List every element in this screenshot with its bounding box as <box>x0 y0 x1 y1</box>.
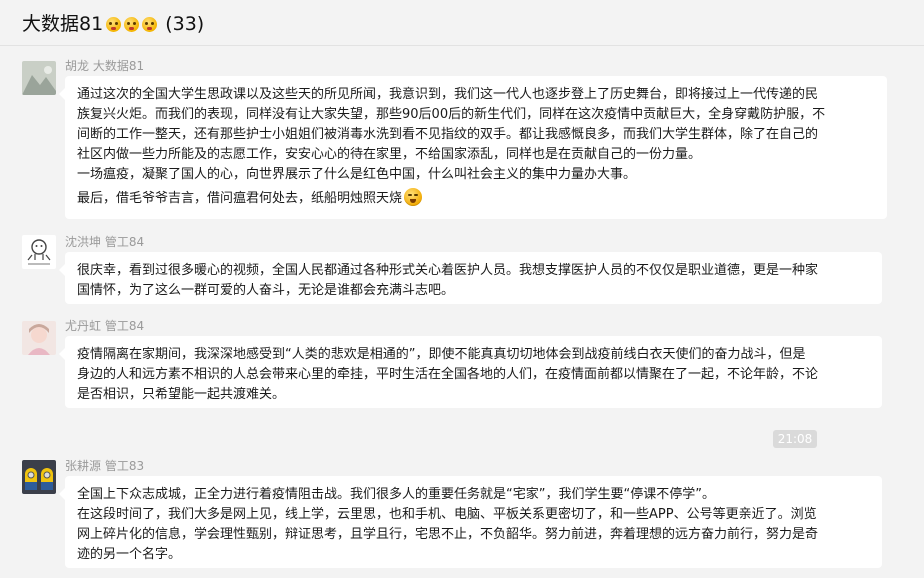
message-bubble[interactable]: 很庆幸，看到过很多暖心的视频，全国人民都通过各种形式关心着医护人员。我想支撑医护… <box>59 252 882 304</box>
message-line: 迹的另一个名字。 <box>77 547 182 562</box>
message-line: 疫情隔离在家期间，我深深地感受到“人类的悲欢是相通的”，即使不能真真切切地体会到… <box>77 347 806 362</box>
message-line: 全国上下众志成城，正全力进行着疫情阻击战。我们很多人的重要任务就是“宅家”，我们… <box>77 487 715 502</box>
message-line: 身边的人和远方素不相识的人总会带来心里的牵挂，平时生活在全国各地的人们，在疫情面… <box>77 367 819 382</box>
message-bubble[interactable]: 全国上下众志成城，正全力进行着疫情阻击战。我们很多人的重要任务就是“宅家”，我们… <box>59 476 882 568</box>
sender-name: 沈洪坤 管工84 <box>65 235 145 249</box>
sender-name: 张耕源 管工83 <box>65 459 145 473</box>
message-bubble[interactable]: 疫情隔离在家期间，我深深地感受到“人类的悲欢是相通的”，即使不能真真切切地体会到… <box>59 336 882 408</box>
message-line: 很庆幸，看到过很多暖心的视频，全国人民都通过各种形式关心着医护人员。我想支撑医护… <box>77 263 819 278</box>
emoji-icon <box>142 16 158 32</box>
avatar[interactable] <box>22 321 56 355</box>
message-line: 族复兴火炬。而我们的表现，同样没有让大家失望，那些90后00后的新生代们，同样在… <box>77 107 826 122</box>
message-line: 间断的工作一整天，还有那些护士小姐姐们被消毒水洗到看不见指纹的双手。都让我感慨良… <box>77 127 819 142</box>
avatar[interactable] <box>22 235 56 269</box>
member-count: (33) <box>165 13 205 35</box>
avatar[interactable] <box>22 61 56 95</box>
avatar[interactable] <box>22 460 56 494</box>
message-line: 社区内做一些力所能及的志愿工作，安安心心的待在家里，不给国家添乱，同样也是在贡献… <box>77 147 702 162</box>
message-line-wrap: 最后，借毛爷爷吉言，借问瘟君何处去，纸船明烛照天烧 <box>77 188 875 209</box>
grin-emoji-icon <box>404 188 423 206</box>
message-line: 通过这次的全国大学生思政课以及这些天的所见所闻，我意识到，我们这一代人也逐步登上… <box>77 87 819 102</box>
emoji-icon <box>124 16 140 32</box>
message-line: 最后，借毛爷爷吉言，借问瘟君何处去，纸船明烛照天烧 <box>77 191 403 206</box>
group-name: 大数据81 <box>22 13 104 35</box>
sender-name: 胡龙 大数据81 <box>65 59 145 73</box>
message-line: 网上碎片化的信息，学会理性甄别，辩证思考，且学且行，宅思不止，不负韶华。努力前进… <box>77 527 819 542</box>
chat-title[interactable]: 大数据81 (33) <box>22 12 204 36</box>
message-bubble[interactable]: 通过这次的全国大学生思政课以及这些天的所见所闻，我意识到，我们这一代人也逐步登上… <box>59 76 887 219</box>
emoji-icon <box>106 16 122 32</box>
chat-header: 大数据81 (33) <box>0 0 924 46</box>
message-line: 是否相识，只希望能一起共渡难关。 <box>77 387 286 402</box>
sender-name: 尤丹虹 管工84 <box>65 319 145 333</box>
message-line: 国情怀，为了这么一群可爱的人奋斗，无论是谁都会充满斗志吧。 <box>77 283 455 298</box>
timestamp: 21:08 <box>773 430 817 448</box>
message-line: 在这段时间了，我们大多是网上见，线上学，云里思，也和手机、电脑、平板关系更密切了… <box>77 507 817 522</box>
message-line: 一场瘟疫，凝聚了国人的心，向世界展示了什么是红色中国，什么叫社会主义的集中力量办… <box>77 167 637 182</box>
